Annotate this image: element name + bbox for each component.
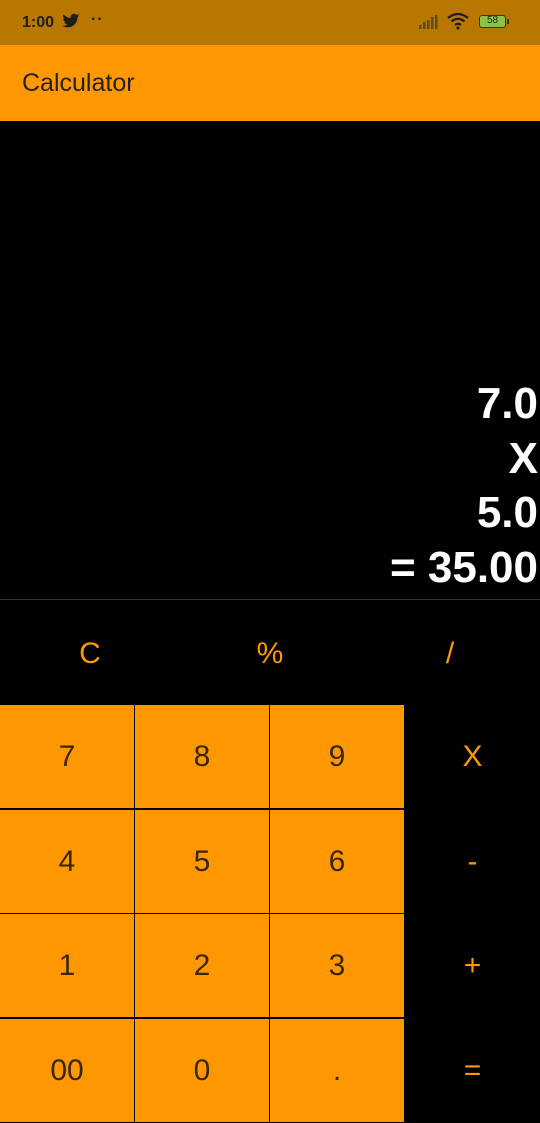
key-00[interactable]: 00 [0, 1019, 134, 1122]
plus-button[interactable]: + [405, 914, 540, 1018]
app-title: Calculator [22, 69, 135, 97]
divider [0, 599, 540, 600]
divide-button[interactable]: / [360, 605, 540, 703]
signal-icon [418, 14, 440, 35]
status-dots: ·· [91, 11, 104, 28]
wifi-icon [447, 12, 469, 35]
twitter-icon [62, 13, 80, 34]
key-2[interactable]: 2 [135, 914, 269, 1017]
multiply-button[interactable]: X [405, 705, 540, 809]
key-5[interactable]: 5 [135, 810, 269, 913]
key-decimal[interactable]: . [270, 1019, 404, 1122]
display-operator: X [508, 434, 538, 483]
key-7[interactable]: 7 [0, 705, 134, 808]
key-9[interactable]: 9 [270, 705, 404, 808]
display-result: = 35.00 [389, 543, 538, 592]
result-display: 7.0 X 5.0 = 35.00 [0, 121, 540, 599]
percent-button[interactable]: % [180, 605, 360, 703]
key-6[interactable]: 6 [270, 810, 404, 913]
minus-button[interactable]: - [405, 810, 540, 914]
key-8[interactable]: 8 [135, 705, 269, 808]
key-0[interactable]: 0 [135, 1019, 269, 1122]
clear-button[interactable]: C [0, 605, 180, 703]
equals-button[interactable]: = [405, 1019, 540, 1123]
key-1[interactable]: 1 [0, 914, 134, 1017]
key-4[interactable]: 4 [0, 810, 134, 913]
display-operand-1: 7.0 [476, 379, 538, 428]
display-operand-2: 5.0 [476, 488, 538, 537]
battery-icon: 58 [479, 15, 509, 28]
status-time: 1:00 [22, 14, 55, 31]
status-bar: 1:00 ·· 58 [0, 0, 540, 45]
app-bar: Calculator [0, 45, 540, 121]
key-3[interactable]: 3 [270, 914, 404, 1017]
